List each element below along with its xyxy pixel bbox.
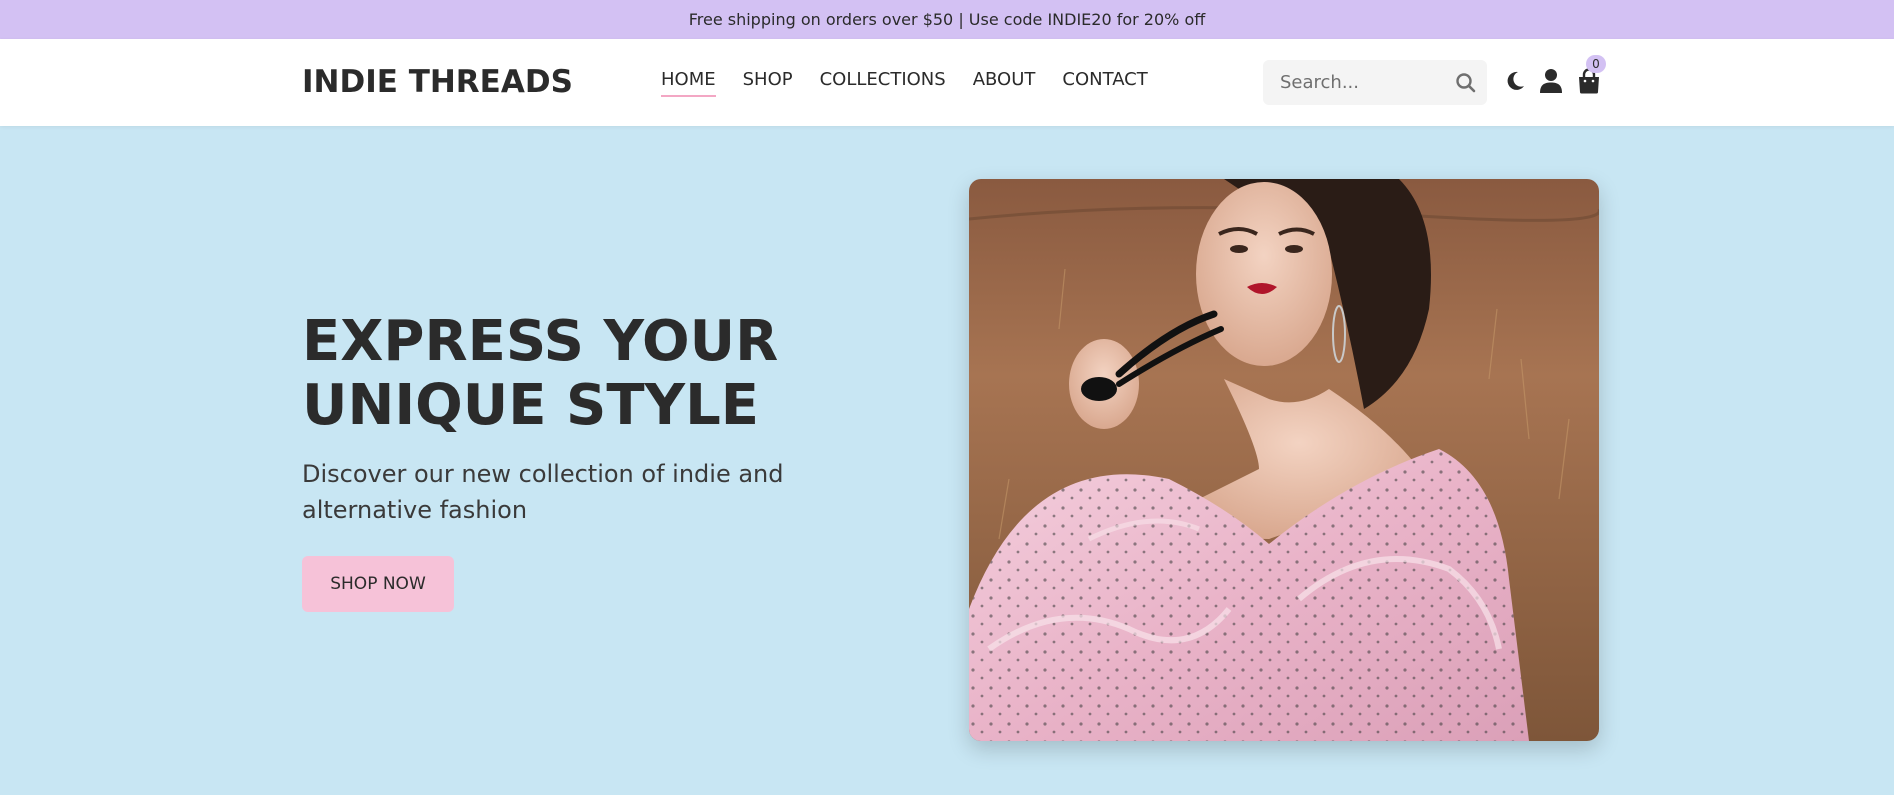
nav-item-home[interactable]: HOME [661,69,716,97]
nav-item-shop[interactable]: SHOP [743,69,793,97]
moon-icon[interactable] [1502,67,1528,95]
hero-image [969,179,1599,741]
search-input[interactable] [1280,72,1450,93]
hero-title: EXPRESS YOUR UNIQUE STYLE [302,309,779,438]
nav-item-contact[interactable]: CONTACT [1062,69,1147,97]
site-header: INDIE THREADS HOME SHOP COLLECTIONS ABOU… [0,39,1894,126]
announcement-text: Free shipping on orders over $50 | Use c… [688,10,1206,29]
announcement-bar: Free shipping on orders over $50 | Use c… [0,0,1894,39]
cart-count-badge: 0 [1586,55,1606,73]
main-nav: HOME SHOP COLLECTIONS ABOUT CONTACT [661,69,1148,97]
hero-bottom-divider [0,795,1894,799]
search-box [1263,60,1487,105]
hero-subtitle: Discover our new collection of indie and… [302,460,784,524]
nav-item-collections[interactable]: COLLECTIONS [820,69,946,97]
user-icon[interactable] [1538,67,1564,95]
nav-item-about[interactable]: ABOUT [973,69,1036,97]
hero-section: EXPRESS YOUR UNIQUE STYLE Discover our n… [0,126,1894,795]
site-logo[interactable]: INDIE THREADS [302,62,573,102]
shop-now-button[interactable]: SHOP NOW [302,556,454,612]
search-icon[interactable] [1455,72,1477,94]
